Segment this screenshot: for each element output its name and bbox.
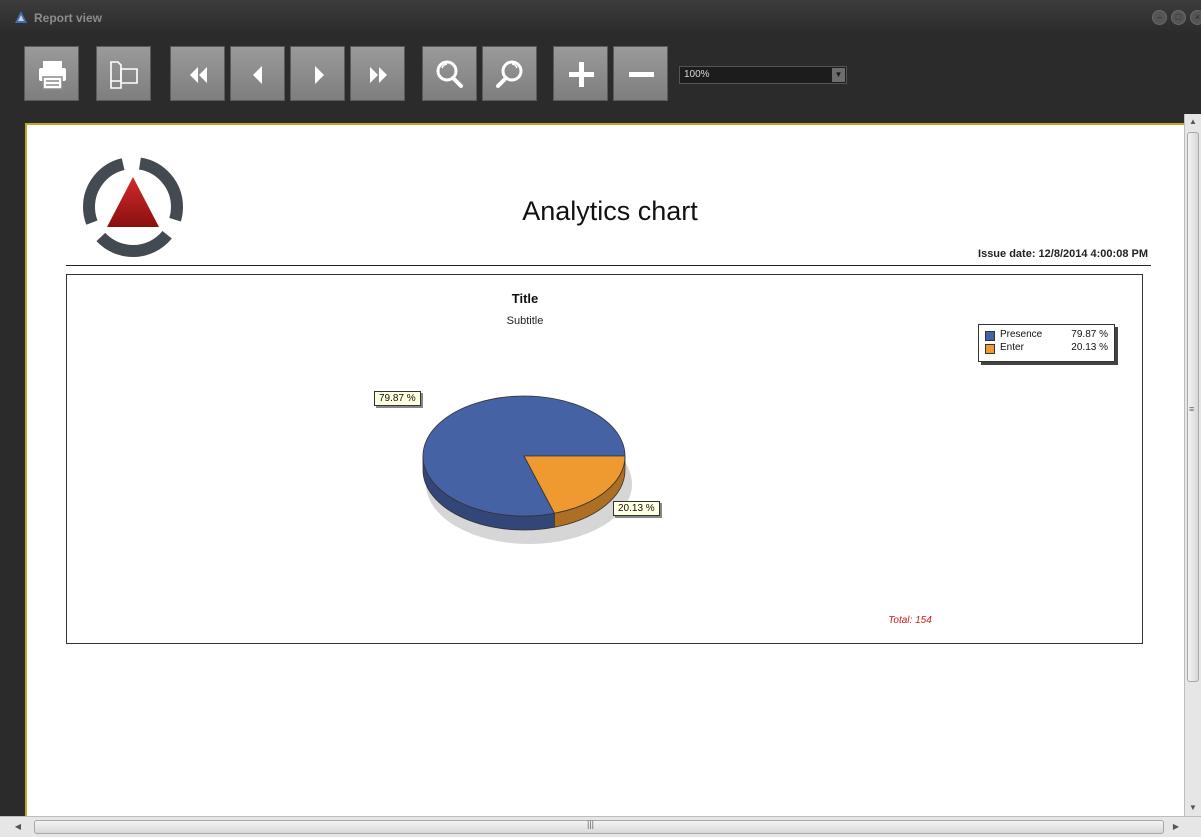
increase-button[interactable] [553, 46, 608, 101]
magnifier-icon [436, 60, 463, 88]
last-page-button[interactable] [350, 46, 405, 101]
chart-title: Title [511, 291, 539, 306]
legend-item-enter: Enter 20.13 % [985, 342, 1110, 355]
header-divider [66, 265, 1151, 266]
legend-label: Presence [1000, 329, 1043, 340]
chart-subtitle: Subtitle [506, 315, 544, 327]
data-label-presence: 79.87 % [374, 391, 421, 406]
minus-icon [629, 72, 654, 77]
printer-icon [39, 61, 66, 90]
horizontal-scrollbar[interactable]: ◀ ||| ▶ [0, 816, 1201, 837]
zoom-value: 100% [684, 69, 710, 80]
zoom-out-button[interactable] [482, 46, 537, 101]
title-bar: Report view – □ × [0, 0, 1201, 36]
legend-label: Enter [1000, 342, 1024, 353]
page-setup-button[interactable] [96, 46, 151, 101]
legend-swatch-enter [985, 344, 995, 354]
print-button[interactable] [24, 46, 79, 101]
window-title: Report view [34, 11, 103, 25]
legend-swatch-presence [985, 331, 995, 341]
scroll-left-icon[interactable]: ◀ [10, 819, 26, 835]
chart-legend: Presence 79.87 % Enter 20.13 % [978, 324, 1115, 362]
close-icon[interactable]: × [1190, 10, 1201, 25]
chevron-down-icon[interactable]: ▼ [832, 68, 845, 82]
first-page-icon [190, 67, 207, 83]
previous-page-icon [253, 66, 262, 84]
legend-item-presence: Presence 79.87 % [985, 329, 1110, 342]
issue-date: Issue date: 12/8/2014 4:00:08 PM [978, 248, 1148, 260]
zoom-in-button[interactable] [422, 46, 477, 101]
page-setup-icon [110, 61, 138, 89]
scroll-up-icon[interactable]: ▲ [1185, 114, 1201, 130]
scroll-grip-icon: ≡ [1189, 404, 1195, 414]
chart-total: Total: 154 [888, 615, 932, 626]
horizontal-scroll-thumb[interactable] [34, 820, 1164, 834]
legend-value: 79.87 % [1071, 329, 1108, 340]
report-title: Analytics chart [522, 196, 698, 226]
scroll-right-icon[interactable]: ▶ [1168, 819, 1184, 835]
maximize-icon[interactable]: □ [1171, 10, 1186, 25]
data-label-enter: 20.13 % [613, 501, 660, 516]
window-controls: – □ × [1152, 10, 1201, 25]
toolbar: 100% ▼ [0, 36, 1201, 114]
decrease-button[interactable] [613, 46, 668, 101]
app-icon [15, 11, 27, 23]
scroll-grip-icon: ||| [587, 819, 595, 829]
last-page-icon [370, 67, 387, 83]
vertical-scrollbar[interactable]: ▲ ≡ ▼ [1184, 114, 1201, 816]
legend-value: 20.13 % [1071, 342, 1108, 353]
first-page-button[interactable] [170, 46, 225, 101]
magnifier-icon [496, 60, 523, 88]
minimize-icon[interactable]: – [1152, 10, 1167, 25]
plus-icon [569, 62, 594, 87]
next-page-icon [315, 66, 324, 84]
next-page-button[interactable] [290, 46, 345, 101]
pie-chart [422, 395, 632, 544]
triangle-logo-icon [83, 157, 183, 257]
previous-page-button[interactable] [230, 46, 285, 101]
scroll-down-icon[interactable]: ▼ [1185, 800, 1201, 816]
zoom-select[interactable]: 100% ▼ [679, 66, 847, 84]
